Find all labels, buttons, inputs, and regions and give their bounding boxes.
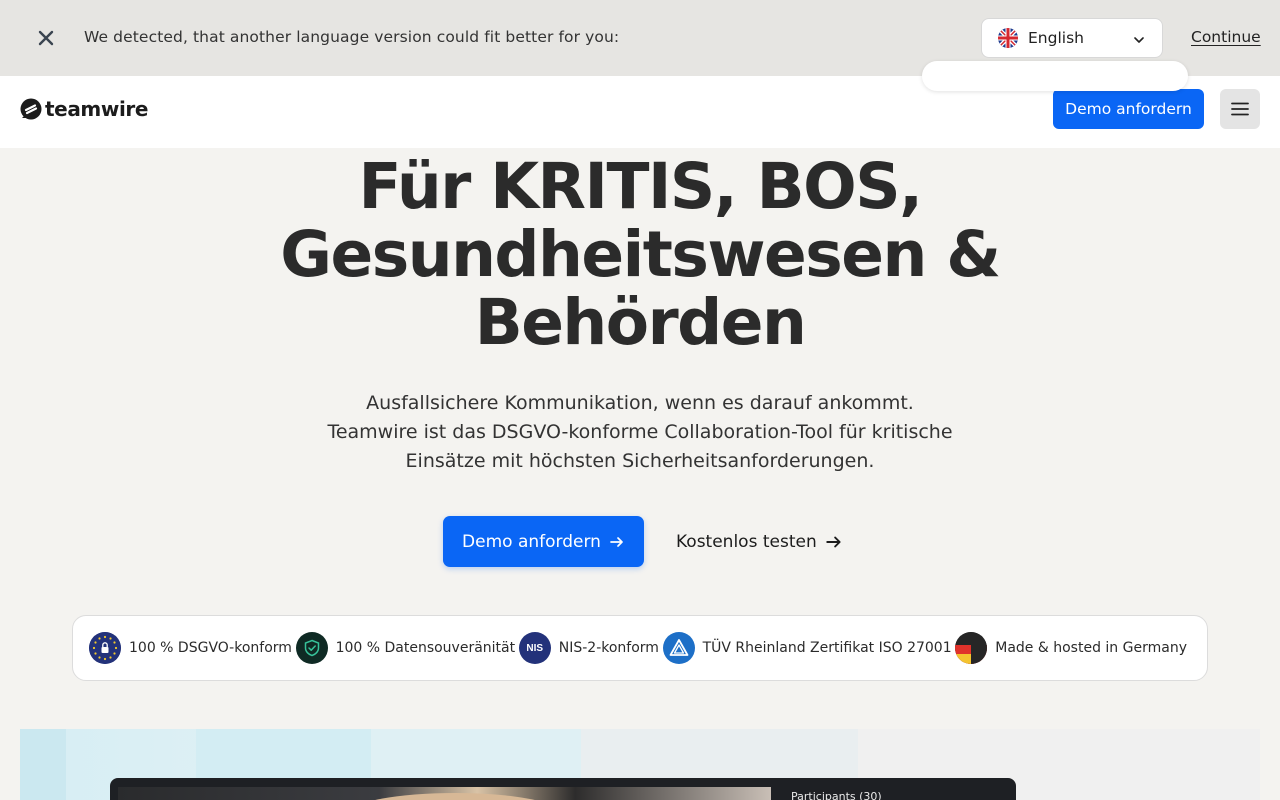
badge-data-sovereignty: 100 % Datensouveränität bbox=[295, 632, 516, 664]
arrow-right-icon bbox=[609, 534, 625, 550]
floating-card bbox=[922, 61, 1188, 91]
arrow-right-icon bbox=[825, 533, 843, 551]
language-message: We detected, that another language versi… bbox=[84, 28, 620, 46]
badge-nis2: NIS NIS-2-konform bbox=[518, 632, 659, 664]
header-demo-button[interactable]: Demo anfordern bbox=[1053, 89, 1204, 129]
badge-label: Made & hosted in Germany bbox=[995, 640, 1187, 656]
hamburger-icon bbox=[1231, 102, 1249, 116]
logo-text: teamwire bbox=[45, 97, 149, 121]
hero-subtitle: Ausfallsichere Kommunikation, wenn es da… bbox=[327, 392, 953, 472]
free-trial-link[interactable]: Kostenlos testen bbox=[676, 516, 843, 567]
video-call-screen bbox=[118, 787, 771, 800]
hero-demo-button[interactable]: Demo anfordern bbox=[443, 516, 644, 567]
badge-tuv: TÜV Rheinland Zertifikat ISO 27001 bbox=[662, 632, 952, 664]
logo[interactable]: teamwire bbox=[20, 97, 148, 121]
germany-flag-icon bbox=[955, 632, 988, 664]
trust-badges: 100 % DSGVO-konform 100 % Datensouveräni… bbox=[72, 615, 1208, 681]
participant-video bbox=[350, 793, 560, 800]
nis-icon-text: NIS bbox=[526, 642, 544, 654]
hero-demo-label: Demo anfordern bbox=[462, 531, 601, 552]
badge-germany: Made & hosted in Germany bbox=[955, 632, 1187, 664]
language-select[interactable]: English bbox=[981, 18, 1163, 58]
participants-label: Participants (30) bbox=[791, 790, 882, 800]
language-select-value: English bbox=[1028, 29, 1084, 47]
badge-label: NIS-2-konform bbox=[558, 640, 659, 656]
menu-button[interactable] bbox=[1220, 89, 1260, 129]
eu-lock-icon bbox=[89, 632, 121, 664]
nis-icon: NIS bbox=[518, 632, 551, 664]
shield-check-icon bbox=[295, 632, 328, 664]
uk-flag-icon bbox=[998, 28, 1018, 48]
chevron-down-icon bbox=[1132, 32, 1146, 51]
hero-title: Für KRITIS, BOS, Gesundheitswesen & Behö… bbox=[280, 150, 1001, 359]
laptop-mockup: Participants (30) bbox=[110, 778, 1016, 800]
teamwire-logo-icon bbox=[20, 98, 42, 120]
close-icon[interactable] bbox=[34, 26, 58, 50]
free-trial-label: Kostenlos testen bbox=[676, 531, 817, 552]
continue-link[interactable]: Continue bbox=[1191, 28, 1261, 46]
badge-label: TÜV Rheinland Zertifikat ISO 27001 bbox=[702, 640, 952, 656]
tuv-icon bbox=[662, 632, 695, 664]
product-preview: Participants (30) bbox=[20, 729, 1260, 800]
badge-label: 100 % Datensouveränität bbox=[335, 640, 516, 656]
badge-dsgvo: 100 % DSGVO-konform bbox=[89, 632, 292, 664]
badge-label: 100 % DSGVO-konform bbox=[129, 640, 292, 656]
